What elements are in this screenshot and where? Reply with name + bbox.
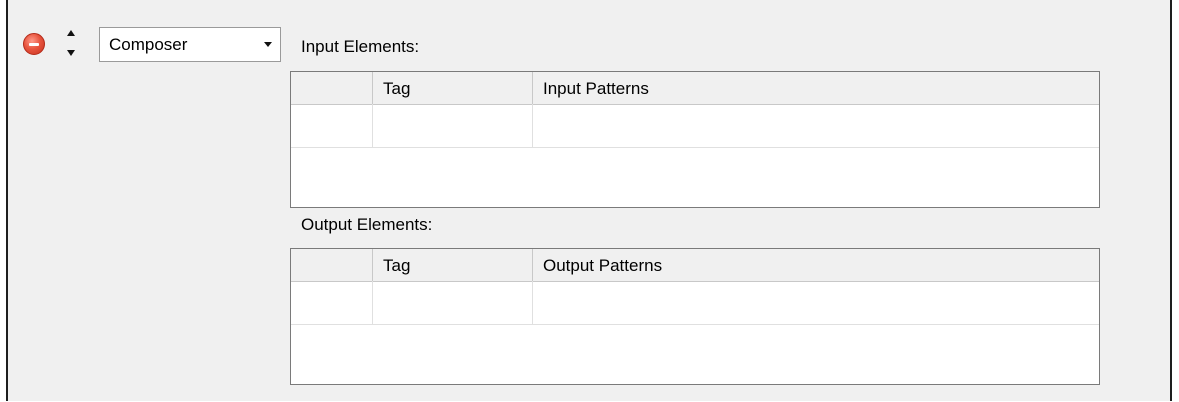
tag-cell[interactable]: [373, 104, 533, 147]
rule-type-select[interactable]: Composer: [99, 27, 281, 62]
output-patterns-cell[interactable]: [533, 281, 1099, 324]
output-elements-label: Output Elements:: [301, 215, 433, 234]
dropdown-arrow-icon[interactable]: [264, 42, 272, 47]
input-elements-table: Tag Input Patterns: [290, 71, 1100, 208]
arrow-up-icon: [67, 30, 75, 36]
column-header-row-selector[interactable]: [291, 249, 373, 281]
column-header-tag[interactable]: Tag: [373, 249, 533, 281]
table-row[interactable]: [291, 104, 1099, 148]
row-selector-cell[interactable]: [291, 281, 373, 324]
input-patterns-cell[interactable]: [533, 104, 1099, 147]
rule-type-value: Composer: [109, 35, 188, 54]
column-header-tag[interactable]: Tag: [373, 72, 533, 104]
column-header-input-patterns[interactable]: Input Patterns: [533, 72, 1099, 104]
rule-panel: Composer Input Elements: Tag Input Patte…: [6, 0, 1172, 401]
column-header-row-selector[interactable]: [291, 72, 373, 104]
table-row[interactable]: [291, 281, 1099, 325]
remove-rule-icon[interactable]: [23, 33, 45, 55]
table-header: Tag Output Patterns: [291, 249, 1099, 282]
input-elements-label: Input Elements:: [301, 37, 420, 56]
reorder-handle-icon[interactable]: [64, 28, 78, 60]
column-header-output-patterns[interactable]: Output Patterns: [533, 249, 1099, 281]
arrow-down-icon: [67, 50, 75, 56]
minus-glyph: [29, 43, 39, 46]
tag-cell[interactable]: [373, 281, 533, 324]
table-header: Tag Input Patterns: [291, 72, 1099, 105]
row-selector-cell[interactable]: [291, 104, 373, 147]
output-elements-table: Tag Output Patterns: [290, 248, 1100, 385]
